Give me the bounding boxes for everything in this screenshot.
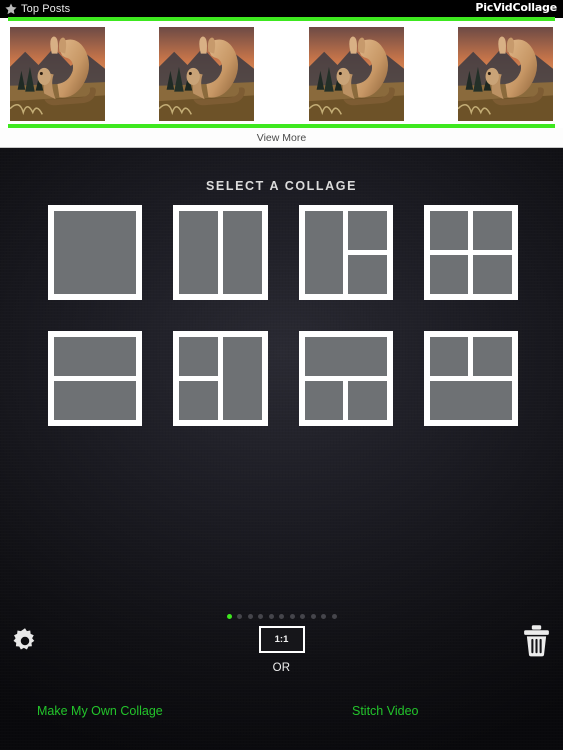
view-more-label: View More [256, 131, 307, 144]
template-row [48, 205, 518, 300]
page-dot[interactable] [300, 614, 305, 619]
top-posts-banner: Top Posts PicVidCollage View More [0, 0, 563, 148]
pane [304, 337, 387, 376]
page-dot[interactable] [226, 614, 232, 619]
page-dot[interactable] [237, 614, 242, 619]
view-more-button[interactable]: View More [0, 128, 563, 148]
trash-icon [524, 625, 549, 657]
top-posts-label: Top Posts [21, 2, 71, 15]
collage-template-two-left-right-tall[interactable] [173, 331, 268, 426]
pane [348, 381, 387, 420]
page-dot[interactable] [310, 614, 316, 619]
pane [473, 255, 512, 294]
page-dot[interactable] [321, 614, 326, 619]
page-dot[interactable] [331, 614, 337, 619]
thumbnail-item[interactable] [458, 27, 553, 121]
pane [304, 381, 344, 420]
pane [222, 211, 262, 294]
pagination-dots[interactable] [0, 614, 563, 619]
template-row [48, 331, 518, 426]
thumbnail-strip[interactable] [0, 21, 563, 126]
pane [473, 211, 512, 250]
collage-template-single-pane[interactable] [48, 205, 143, 300]
collage-template-wide-top-two-bottom[interactable] [298, 331, 393, 426]
stitch-video-link[interactable]: Stitch Video [352, 704, 418, 718]
squirrel-illustration [10, 27, 105, 121]
squirrel-illustration [458, 27, 553, 121]
pane [429, 211, 469, 250]
squirrel-illustration [309, 27, 404, 121]
make-my-own-collage-link[interactable]: Make My Own Collage [37, 704, 163, 718]
thumbnail-item[interactable] [159, 27, 254, 121]
pane [429, 337, 469, 376]
thumbnail-item[interactable] [10, 27, 105, 121]
collage-template-two-top-wide-bottom[interactable] [423, 331, 518, 426]
page-dot[interactable] [279, 614, 284, 619]
pane [179, 337, 218, 376]
pane [54, 211, 137, 294]
collage-chooser-area: SELECT A COLLAGE 1:1 OR Make My Own Coll… [0, 148, 563, 750]
star-icon [5, 3, 17, 15]
pane [348, 211, 387, 250]
brand-logo: PicVidCollage [475, 1, 557, 14]
page-dot[interactable] [258, 614, 263, 619]
pane [54, 381, 137, 420]
page-dot[interactable] [268, 614, 274, 619]
pane [54, 337, 137, 376]
pane [429, 255, 469, 294]
aspect-ratio-button[interactable]: 1:1 [258, 626, 305, 653]
squirrel-illustration [159, 27, 254, 121]
page-title: SELECT A COLLAGE [205, 179, 358, 193]
page-dot[interactable] [247, 614, 253, 619]
pane [179, 381, 218, 420]
trash-button[interactable] [520, 622, 553, 660]
pane [222, 337, 262, 420]
banner-titlebar: Top Posts PicVidCollage [0, 0, 563, 18]
pane [348, 255, 387, 294]
pane [429, 381, 512, 420]
page-dot[interactable] [289, 614, 295, 619]
collage-template-two-rows[interactable] [48, 331, 143, 426]
collage-template-two-columns[interactable] [173, 205, 268, 300]
or-label: OR [272, 662, 291, 674]
thumbnail-item[interactable] [309, 27, 404, 121]
pane [473, 337, 512, 376]
aspect-ratio-block: 1:1 OR [0, 626, 563, 674]
collage-template-two-by-two-grid[interactable] [423, 205, 518, 300]
pane [304, 211, 344, 294]
pane [179, 211, 218, 294]
collage-template-left-tall-two-right[interactable] [298, 205, 393, 300]
collage-template-grid [48, 205, 518, 426]
